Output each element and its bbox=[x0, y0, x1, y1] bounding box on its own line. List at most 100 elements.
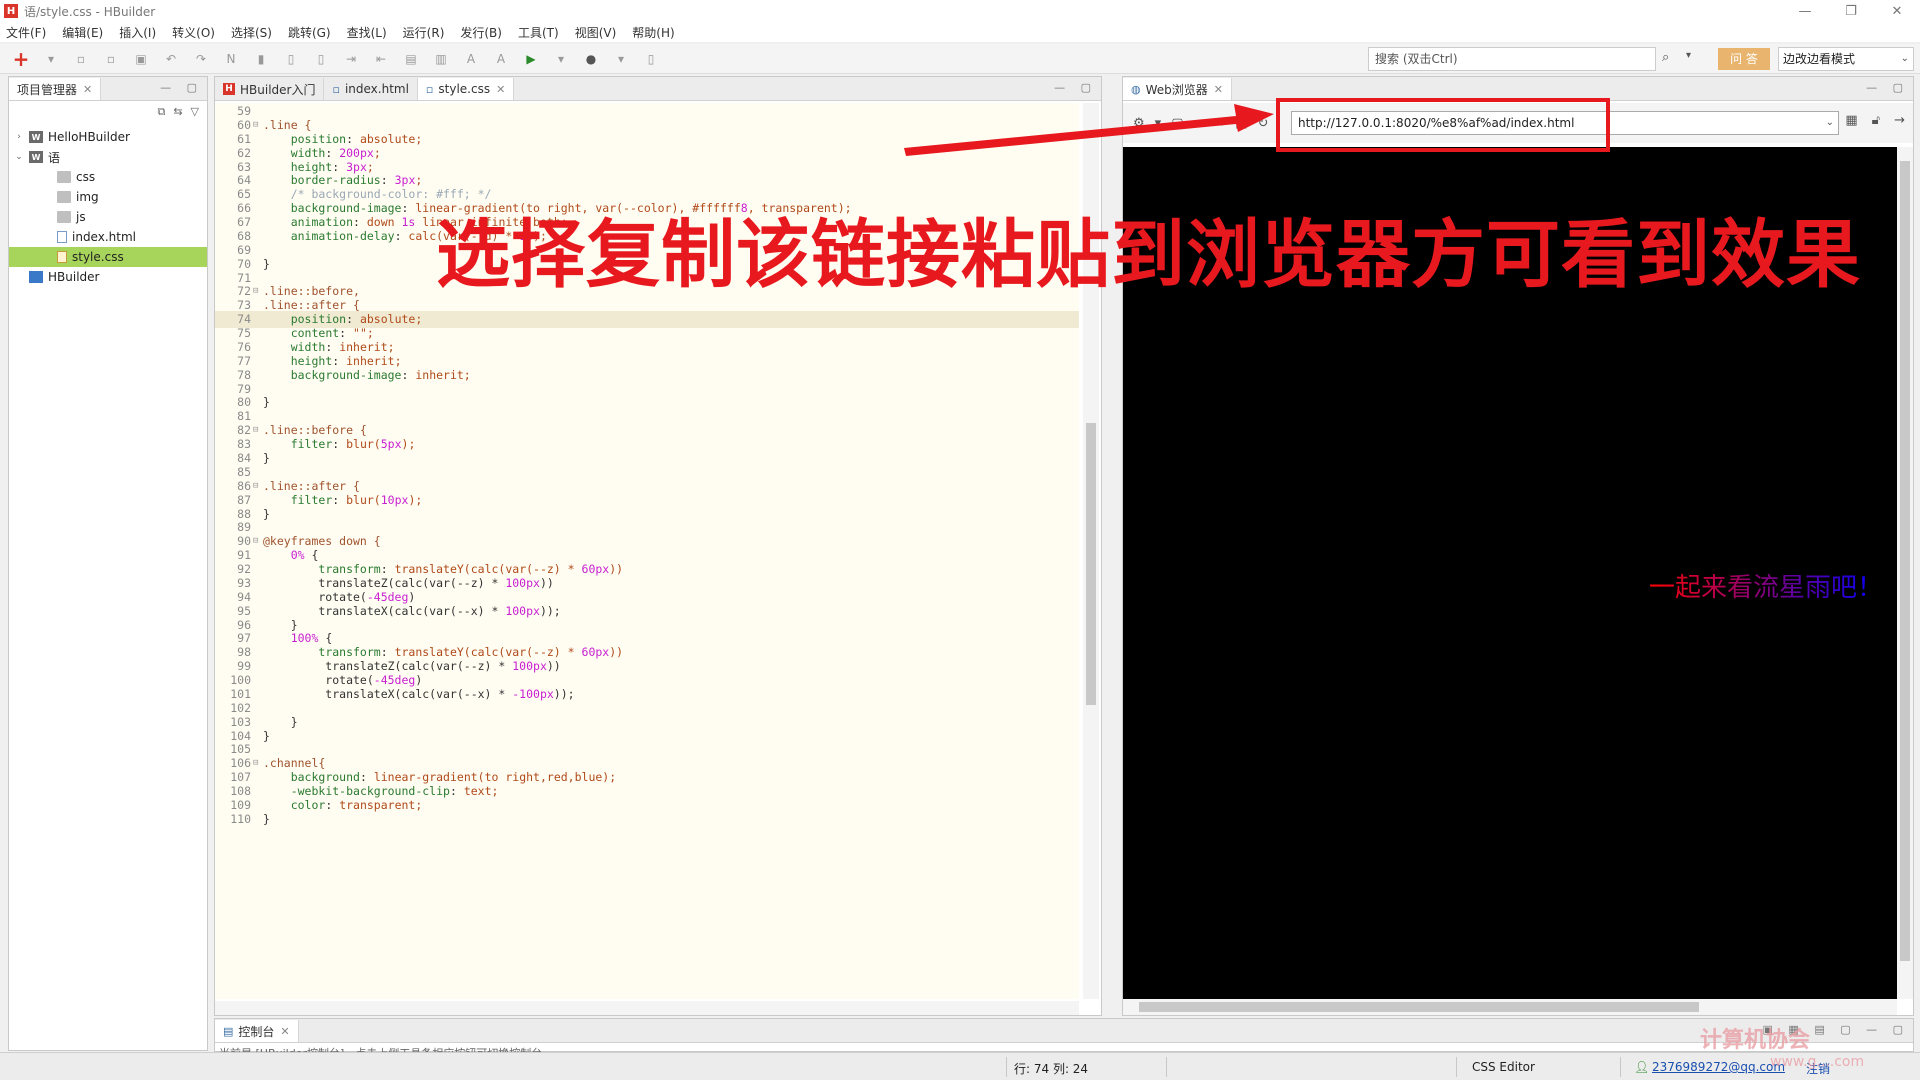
minimap-icon[interactable]: ▥ bbox=[432, 50, 450, 68]
user-account-link[interactable]: 2376989272@qq.com bbox=[1652, 1060, 1785, 1074]
expand-toggle-icon[interactable]: ⌄ bbox=[13, 152, 25, 162]
browser-icon[interactable]: ● bbox=[582, 50, 600, 68]
scrollbar-thumb[interactable] bbox=[1900, 161, 1910, 961]
panel-window-controls[interactable]: — ▢ bbox=[1054, 81, 1097, 94]
close-icon[interactable]: ✕ bbox=[1874, 0, 1920, 22]
browser-horizontal-scrollbar[interactable] bbox=[1123, 999, 1897, 1015]
search-input[interactable]: 搜索 (双击Ctrl) bbox=[1368, 47, 1656, 71]
editor-tab[interactable]: ▫ style.css ✕ bbox=[417, 78, 515, 100]
save-icon[interactable]: ▫ bbox=[72, 50, 90, 68]
tree-item[interactable]: js bbox=[9, 207, 207, 227]
menu-item[interactable]: 文件(F) bbox=[6, 24, 46, 41]
format-icon[interactable]: N bbox=[222, 50, 240, 68]
menu-item[interactable]: 帮助(H) bbox=[632, 24, 674, 41]
hbuilder-folder-icon bbox=[29, 271, 43, 283]
code-text: } bbox=[263, 811, 270, 826]
tree-item[interactable]: › W HelloHBuilder bbox=[9, 127, 207, 147]
dropdown-icon[interactable]: ▾ bbox=[42, 50, 60, 68]
qrcode-icon[interactable]: ▦ bbox=[1845, 113, 1857, 128]
browser-vertical-scrollbar[interactable] bbox=[1897, 147, 1913, 999]
editor-horizontal-scrollbar[interactable] bbox=[215, 1001, 1079, 1015]
font-larger-icon[interactable]: A bbox=[462, 50, 480, 68]
mode-select[interactable]: 边改边看模式 ⌄ bbox=[1778, 47, 1914, 71]
scrollbar-thumb[interactable] bbox=[1139, 1002, 1699, 1012]
menu-item[interactable]: 工具(T) bbox=[518, 24, 559, 41]
menu-item[interactable]: 转义(O) bbox=[172, 24, 215, 41]
tree-item-label: HBuilder bbox=[48, 270, 100, 284]
undo-icon[interactable]: ↶ bbox=[162, 50, 180, 68]
wrap-icon[interactable]: ▤ bbox=[402, 50, 420, 68]
expand-toggle-icon[interactable]: › bbox=[13, 132, 25, 142]
collapse-all-icon[interactable]: ⧉ bbox=[157, 105, 165, 119]
css-file-icon bbox=[57, 251, 67, 263]
annotation-text: 选择复制该链接粘贴到浏览器方可看到效果 bbox=[436, 212, 1861, 298]
code-line[interactable]: 110} bbox=[215, 811, 1079, 828]
save-close-icon[interactable]: ▣ bbox=[132, 50, 150, 68]
tab-web-browser[interactable]: ◍ Web浏览器 ✕ bbox=[1123, 78, 1232, 100]
search-icon[interactable]: ⌕ bbox=[1662, 50, 1669, 65]
menu-bar: 文件(F) 编辑(E) 插入(I) 转义(O) 选择(S) 跳转(G) 查找(L) 运行(R)… bbox=[0, 22, 1920, 42]
editor-tab[interactable]: H HBuilder入门 bbox=[215, 78, 325, 100]
toolbar: + ▾ ▫ ▫ ▣ ↶ ↷ N ▮ ▯ ▯ ⇥ ⇤ ▤ ▥ A A ▶ ▾ ● … bbox=[0, 44, 1920, 74]
font-smaller-icon[interactable]: A bbox=[492, 50, 510, 68]
indent-icon[interactable]: ⇥ bbox=[342, 50, 360, 68]
comment-icon[interactable]: ▯ bbox=[282, 50, 300, 68]
tree-item[interactable]: img bbox=[9, 187, 207, 207]
tree-item[interactable]: style.css bbox=[9, 247, 207, 267]
tree-item[interactable]: HBuilder bbox=[9, 267, 207, 287]
css-file-icon: ▫ bbox=[425, 82, 434, 96]
menu-item[interactable]: 插入(I) bbox=[119, 24, 156, 41]
watermark-url: www.g....com bbox=[1770, 1054, 1865, 1070]
window-title: 语/style.css - HBuilder bbox=[24, 4, 156, 19]
tab-label: 控制台 bbox=[238, 1024, 275, 1039]
uncomment-icon[interactable]: ▯ bbox=[312, 50, 330, 68]
editor-tab[interactable]: ▫ index.html bbox=[324, 78, 418, 100]
run-dropdown-icon[interactable]: ▾ bbox=[552, 50, 570, 68]
tab-label: Web浏览器 bbox=[1145, 82, 1208, 97]
project-explorer-panel: 项目管理器 ✕ — ▢ ⧉ ⇆ ▽ › W HelloHBuilder ⌄ W 语 css i… bbox=[8, 76, 208, 1051]
panel-window-controls[interactable]: — ▢ bbox=[1866, 81, 1909, 94]
menu-item[interactable]: 视图(V) bbox=[575, 24, 617, 41]
project-icon: W bbox=[29, 131, 43, 143]
menu-item[interactable]: 跳转(G) bbox=[288, 24, 331, 41]
lock-icon[interactable]: 🔓︎ bbox=[1872, 113, 1880, 128]
tree-item[interactable]: ⌄ W 语 bbox=[9, 147, 207, 167]
run-icon[interactable]: ▶ bbox=[522, 50, 540, 68]
tree-item[interactable]: css bbox=[9, 167, 207, 187]
search-dropdown-icon[interactable]: ▾ bbox=[1686, 50, 1691, 61]
close-tab-icon[interactable]: ✕ bbox=[1214, 83, 1223, 96]
tree-item-label: 语 bbox=[48, 150, 61, 165]
tree-item-label: css bbox=[76, 170, 96, 184]
editor-type: CSS Editor bbox=[1472, 1060, 1535, 1074]
close-tab-icon[interactable]: ✕ bbox=[496, 83, 505, 96]
menu-item[interactable]: 查找(L) bbox=[347, 24, 387, 41]
close-tab-icon[interactable]: ✕ bbox=[83, 83, 92, 96]
close-tab-icon[interactable]: ✕ bbox=[280, 1025, 289, 1038]
cursor-position: 行: 74 列: 24 bbox=[1014, 1062, 1089, 1076]
outdent-icon[interactable]: ⇤ bbox=[372, 50, 390, 68]
tab-console[interactable]: ▤ 控制台 ✕ bbox=[215, 1020, 299, 1042]
bookmark-icon[interactable]: ▮ bbox=[252, 50, 270, 68]
panel-window-controls[interactable]: — ▢ bbox=[160, 81, 203, 94]
view-menu-icon[interactable]: ▽ bbox=[191, 105, 199, 119]
minimize-icon[interactable]: — bbox=[1782, 0, 1828, 22]
tree-item[interactable]: index.html bbox=[9, 227, 207, 247]
menu-item[interactable]: 编辑(E) bbox=[62, 24, 103, 41]
tab-project-explorer[interactable]: 项目管理器 ✕ bbox=[9, 78, 102, 100]
go-arrow-icon[interactable]: → bbox=[1894, 113, 1905, 128]
new-file-icon[interactable]: + bbox=[12, 47, 30, 71]
project-tree: › W HelloHBuilder ⌄ W 语 css img js index.html styl… bbox=[9, 127, 207, 287]
globe-icon: ◍ bbox=[1131, 82, 1141, 96]
scrollbar-thumb[interactable] bbox=[1086, 423, 1096, 705]
menu-item[interactable]: 发行(B) bbox=[460, 24, 502, 41]
chevron-down-icon[interactable]: ⌄ bbox=[1826, 112, 1834, 134]
link-editor-icon[interactable]: ⇆ bbox=[173, 105, 182, 119]
browser-dropdown-icon[interactable]: ▾ bbox=[612, 50, 630, 68]
maximize-icon[interactable]: ❐ bbox=[1828, 0, 1874, 22]
menu-item[interactable]: 选择(S) bbox=[231, 24, 272, 41]
menu-item[interactable]: 运行(R) bbox=[403, 24, 445, 41]
layout-icon[interactable]: ▯ bbox=[642, 50, 660, 68]
ask-button[interactable]: 问 答 bbox=[1718, 48, 1770, 70]
save-all-icon[interactable]: ▫ bbox=[102, 50, 120, 68]
redo-icon[interactable]: ↷ bbox=[192, 50, 210, 68]
